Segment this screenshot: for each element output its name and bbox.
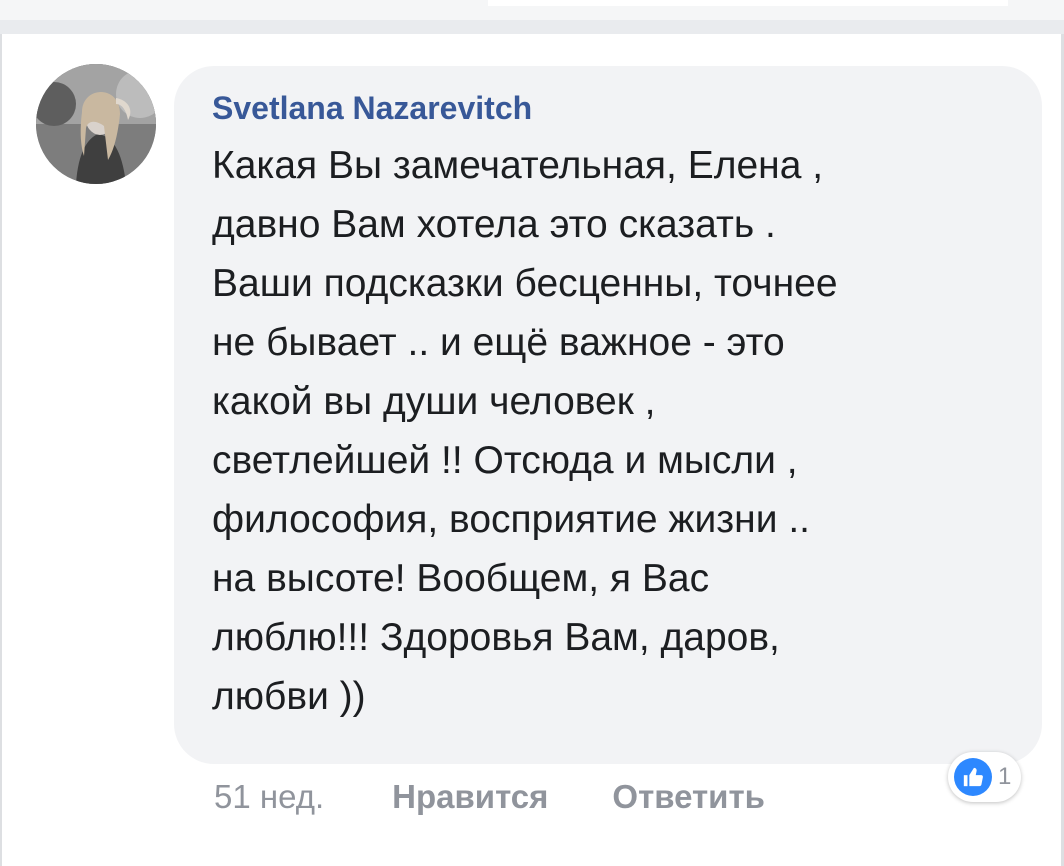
reactions-summary[interactable]: 1 (948, 752, 1022, 802)
page: Svetlana Nazarevitch Какая Вы замечатель… (0, 0, 1064, 866)
avatar[interactable] (36, 64, 156, 184)
comment-text: Какая Вы замечательная, Елена , давно Ва… (212, 144, 838, 718)
top-divider-strip (0, 0, 1064, 34)
comment-author-link[interactable]: Svetlana Nazarevitch (212, 88, 1006, 128)
comment-bubble: Svetlana Nazarevitch Какая Вы замечатель… (174, 66, 1042, 764)
reply-button[interactable]: Ответить (612, 778, 765, 816)
comment-timestamp[interactable]: 51 нед. (214, 778, 324, 816)
comment-actions: 51 нед. Нравится Ответить (214, 772, 829, 822)
reaction-count: 1 (998, 763, 1012, 790)
like-button[interactable]: Нравится (392, 778, 548, 816)
left-border (0, 34, 2, 866)
avatar-photo (36, 64, 156, 184)
like-icon (954, 758, 992, 796)
thumbs-up-icon (963, 767, 983, 787)
